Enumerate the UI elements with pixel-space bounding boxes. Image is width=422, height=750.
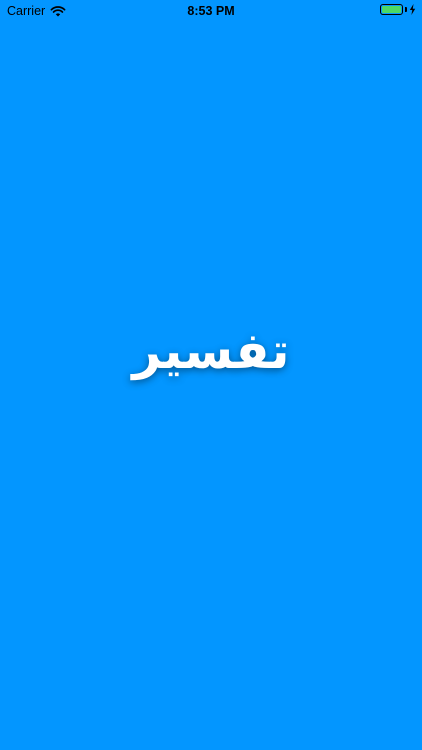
splash-screen: Carrier 8:53 PM تفسير [0, 0, 422, 750]
charging-bolt-icon [409, 4, 416, 15]
battery-status [380, 4, 416, 15]
battery-fill [382, 6, 401, 13]
status-bar: Carrier 8:53 PM [0, 0, 422, 24]
app-title: تفسير [132, 322, 290, 380]
status-time: 8:53 PM [187, 4, 235, 18]
battery-icon [380, 4, 403, 15]
battery-cap [405, 7, 407, 12]
